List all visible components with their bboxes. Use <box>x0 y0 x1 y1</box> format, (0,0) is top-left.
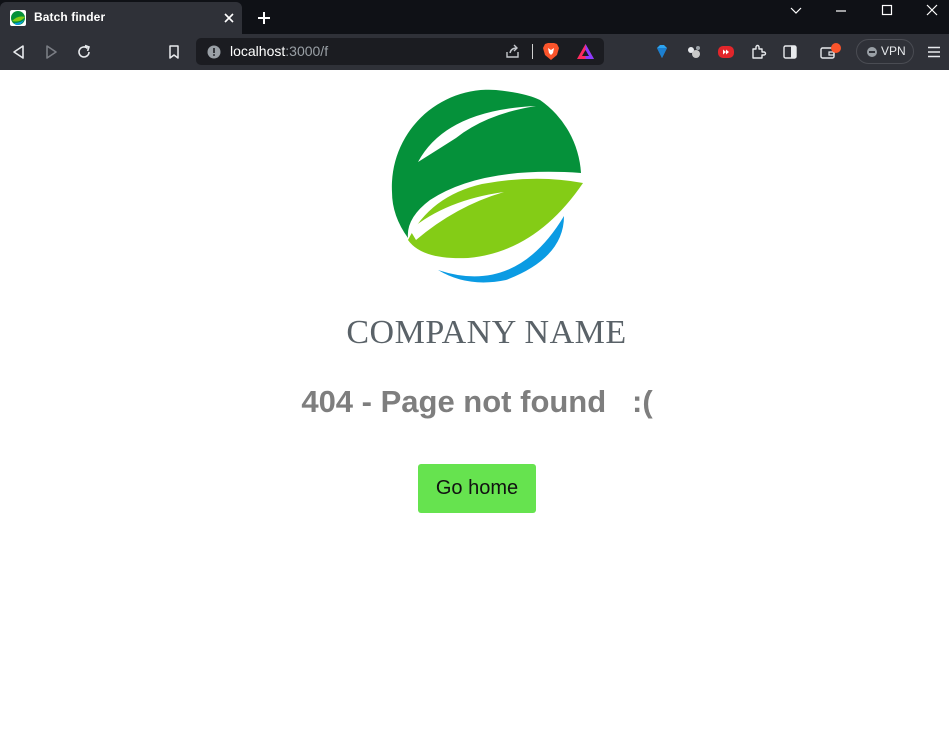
vpn-status-icon <box>867 47 877 57</box>
share-icon[interactable] <box>504 43 521 60</box>
forward-icon[interactable] <box>42 43 60 61</box>
sidebar-icon[interactable] <box>781 43 799 61</box>
company-logo <box>391 89 583 283</box>
close-tab-icon[interactable] <box>222 11 236 25</box>
browser-toolbar: localhost:3000/f VPN <box>0 34 949 70</box>
vpn-label: VPN <box>881 44 906 58</box>
url-path: :3000/f <box>285 43 329 59</box>
brave-shields-icon[interactable] <box>542 42 560 61</box>
tab-title: Batch finder <box>34 10 106 24</box>
address-bar-divider <box>532 44 533 59</box>
vpn-button[interactable]: VPN <box>856 39 914 64</box>
maximize-icon[interactable] <box>877 3 897 19</box>
wallet-icon[interactable] <box>819 43 843 61</box>
video-extension-icon[interactable] <box>717 43 735 61</box>
go-home-button[interactable]: Go home <box>418 464 536 513</box>
close-window-icon[interactable] <box>922 3 942 19</box>
address-bar[interactable]: localhost:3000/f <box>196 38 604 65</box>
gem-extension-icon[interactable] <box>653 43 671 61</box>
browser-tab-active[interactable]: Batch finder <box>0 2 242 34</box>
bookmark-icon[interactable] <box>165 43 183 61</box>
new-tab-icon[interactable] <box>256 10 272 26</box>
dots-extension-icon[interactable] <box>685 43 703 61</box>
site-info-icon[interactable] <box>207 45 221 59</box>
minimize-icon[interactable] <box>831 3 851 19</box>
leaf-logo-icon <box>10 10 26 26</box>
url-text: localhost:3000/f <box>230 43 328 59</box>
tab-search-chevron-icon[interactable] <box>786 3 806 19</box>
url-host: localhost <box>230 43 286 59</box>
company-name: COMPANY NAME <box>346 314 627 351</box>
extensions-puzzle-icon[interactable] <box>749 43 767 61</box>
error-heading: 404 - Page not found :( <box>301 384 653 419</box>
reload-icon[interactable] <box>75 43 93 61</box>
back-icon[interactable] <box>10 43 28 61</box>
browser-titlebar: Batch finder <box>0 0 949 34</box>
brave-rewards-icon[interactable] <box>576 43 595 60</box>
menu-icon[interactable] <box>925 43 943 61</box>
